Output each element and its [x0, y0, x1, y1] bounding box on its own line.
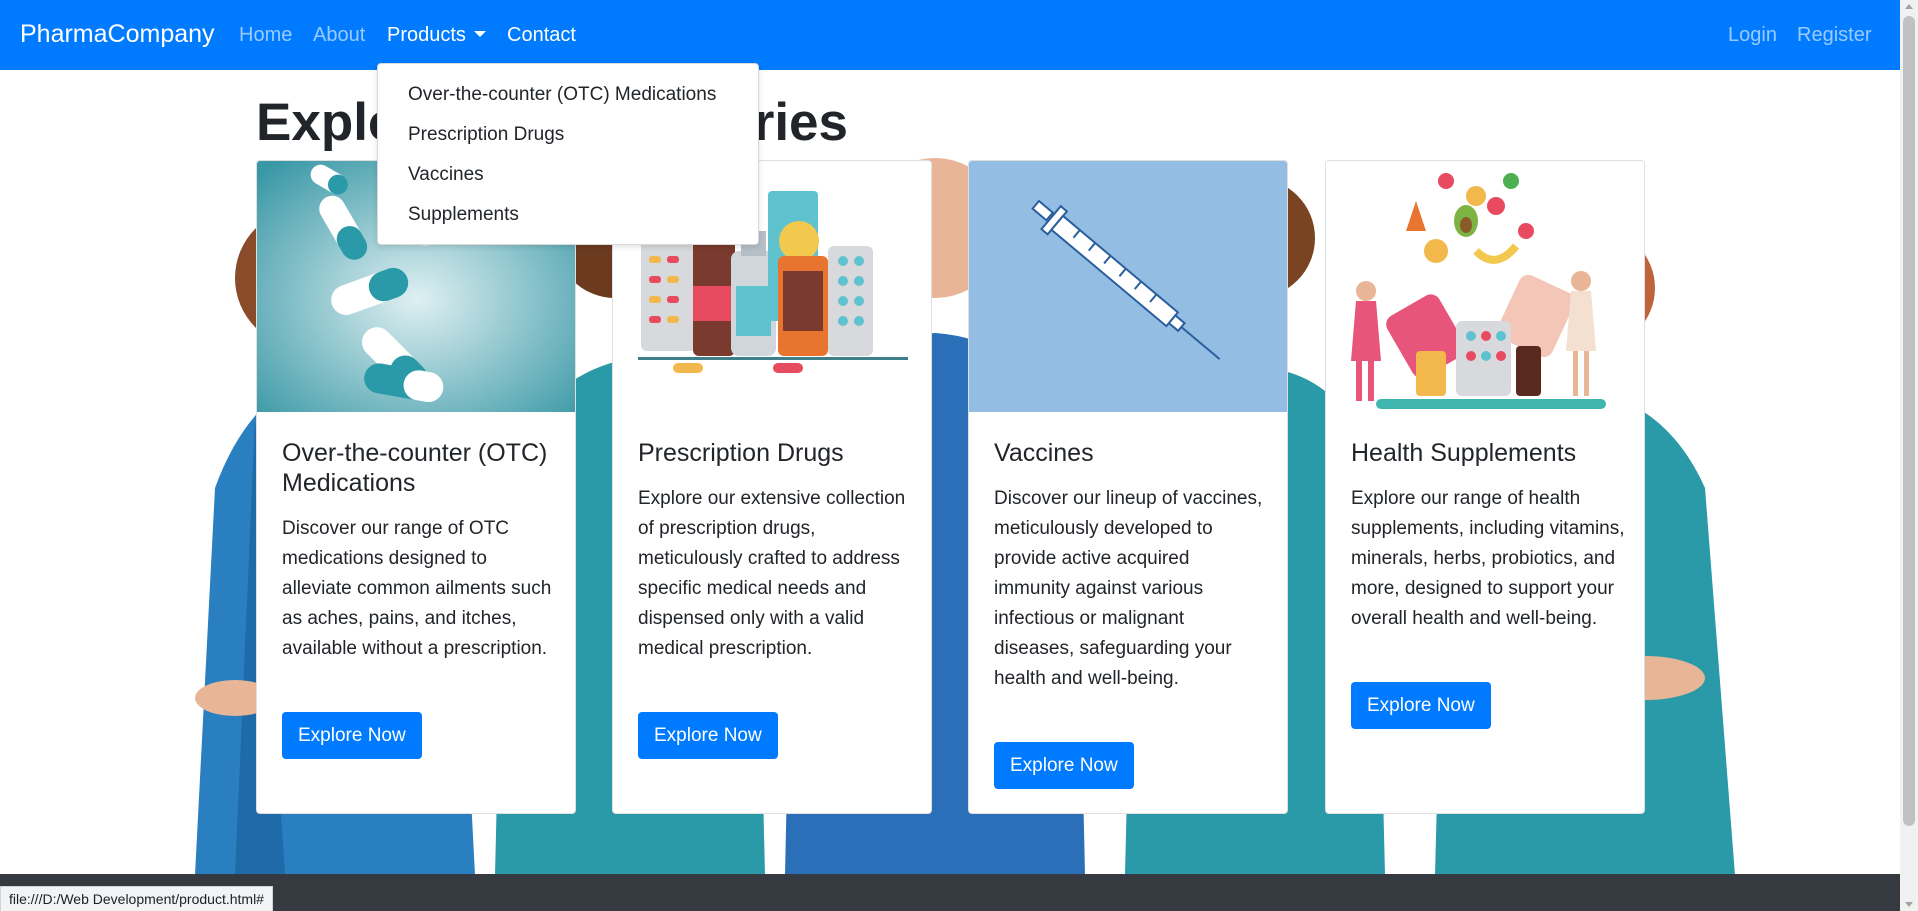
dropdown-item-otc[interactable]: Over-the-counter (OTC) Medications: [408, 84, 716, 106]
card-text: Explore our extensive collection of pres…: [638, 488, 906, 659]
dropdown-item-supplements[interactable]: Supplements: [408, 204, 519, 226]
category-card-prescription: Prescription Drugs Explore our extensive…: [612, 160, 932, 814]
card-text: Explore our range of health supplements,…: [1351, 488, 1625, 629]
card-title: Over-the-counter (OTC) Medications: [282, 439, 548, 497]
dropdown-item-vaccines[interactable]: Vaccines: [408, 164, 484, 186]
card-title: Prescription Drugs: [638, 439, 844, 467]
nav-products-label: Products: [387, 24, 466, 46]
scrollbar-thumb[interactable]: [1903, 16, 1915, 826]
brand-logo[interactable]: PharmaCompany: [20, 20, 215, 49]
nav-about[interactable]: About: [313, 24, 365, 47]
navbar: PharmaCompany Home About Products Contac…: [0, 0, 1900, 70]
card-title: Health Supplements: [1351, 439, 1577, 467]
caret-down-icon: [473, 31, 486, 37]
scroll-up-icon[interactable]: [1905, 4, 1913, 9]
supplements-icon: [1326, 161, 1644, 412]
footer: [0, 874, 1900, 911]
explore-now-button[interactable]: Explore Now: [282, 712, 422, 759]
products-dropdown-menu: Over-the-counter (OTC) Medications Presc…: [377, 63, 759, 245]
explore-now-button[interactable]: Explore Now: [1351, 682, 1491, 729]
vertical-scrollbar[interactable]: [1900, 0, 1918, 911]
nav-contact[interactable]: Contact: [507, 24, 576, 47]
browser-status-url: file:///D:/Web Development/product.html#: [0, 886, 273, 911]
card-text: Discover our lineup of vaccines, meticul…: [994, 488, 1263, 689]
nav-home[interactable]: Home: [239, 24, 292, 47]
card-text: Discover our range of OTC medications de…: [282, 518, 552, 659]
syringe-icon: [969, 161, 1287, 412]
scroll-down-icon[interactable]: [1905, 902, 1913, 907]
card-title: Vaccines: [994, 439, 1094, 467]
nav-products-dropdown[interactable]: Products: [387, 24, 486, 47]
explore-now-button[interactable]: Explore Now: [994, 742, 1134, 789]
explore-now-button[interactable]: Explore Now: [638, 712, 778, 759]
category-card-otc: Over-the-counter (OTC) Medications Disco…: [256, 160, 576, 814]
category-card-supplements: Health Supplements Explore our range of …: [1325, 160, 1645, 814]
nav-register[interactable]: Register: [1797, 24, 1871, 47]
nav-login[interactable]: Login: [1728, 24, 1777, 47]
category-card-vaccines: Vaccines Discover our lineup of vaccines…: [968, 160, 1288, 814]
dropdown-item-prescription[interactable]: Prescription Drugs: [408, 124, 564, 146]
